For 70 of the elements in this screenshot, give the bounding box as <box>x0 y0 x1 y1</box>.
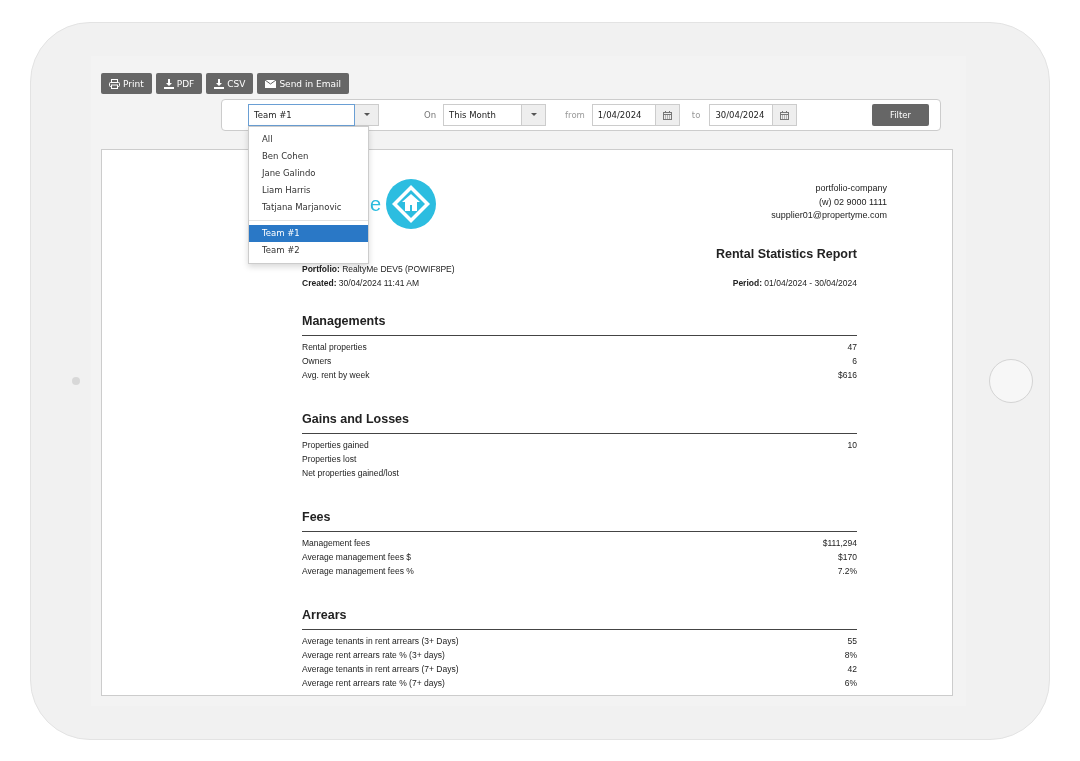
caret-icon <box>530 113 537 117</box>
stat-value: 42 <box>847 663 857 676</box>
stat-label: Owners <box>302 355 332 368</box>
to-date-field[interactable]: 30/04/2024 <box>709 104 774 126</box>
download-icon <box>214 78 225 89</box>
stat-label: Properties gained <box>302 439 369 452</box>
stat-label: Rental properties <box>302 341 367 354</box>
stat-value: 8% <box>844 649 857 662</box>
stat-value: 55 <box>847 635 857 648</box>
from-date-field[interactable]: 1/04/2024 <box>591 104 656 126</box>
toolbar-button[interactable]: PDF <box>155 73 203 94</box>
logo-text: e <box>370 192 382 216</box>
stat-label: Average tenants in rent arrears (3+ Days) <box>302 635 459 648</box>
stat-value: 6 <box>852 355 857 368</box>
stat-label: Average rent arrears rate % (7+ days) <box>302 677 445 690</box>
stat-value: 7.2% <box>837 565 857 578</box>
dropdown-option[interactable]: Tatjana Marjanovic <box>249 199 368 216</box>
dropdown-option[interactable]: Liam Harris <box>249 182 368 199</box>
stat-value: 10 <box>847 439 857 452</box>
from-label: from <box>565 110 585 120</box>
filter-button[interactable]: Filter <box>872 104 929 126</box>
stat-label: Average management fees % <box>302 565 414 578</box>
dropdown-toggle[interactable] <box>355 104 379 126</box>
stat-value: 6% <box>844 677 857 690</box>
envelope-icon <box>265 79 277 88</box>
calendar-button[interactable] <box>655 104 680 126</box>
section-heading: Managements <box>302 314 857 336</box>
caret-icon <box>363 113 370 117</box>
dropdown-option[interactable]: Team #1 <box>249 225 368 242</box>
stat-value: $170 <box>838 551 857 564</box>
calendar-button[interactable] <box>773 104 798 126</box>
team-select-field[interactable]: Team #1 <box>248 104 355 126</box>
dropdown-toggle[interactable] <box>522 104 547 126</box>
toolbar-button[interactable]: Send in Email <box>257 73 349 94</box>
company-detail: (w) 02 9000 1111 <box>817 195 887 209</box>
stat-label: Management fees <box>302 537 371 550</box>
toolbar-button[interactable]: Print <box>101 73 152 94</box>
logo-icon <box>386 179 437 229</box>
period-select-field[interactable]: This Month <box>443 104 523 126</box>
stat-label: Average tenants in rent arrears (7+ Days) <box>302 663 459 676</box>
stat-label: Average rent arrears rate % (3+ days) <box>302 649 445 662</box>
dropdown-option[interactable]: Team #2 <box>249 242 368 259</box>
stat-value: $111,294 <box>822 537 857 550</box>
portfolio-text: Portfolio: RealtyMe DEV5 (POWIF8PE) <box>302 263 455 276</box>
report-title: Rental Statistics Report <box>715 247 857 261</box>
section-heading: Gains and Losses <box>302 412 857 434</box>
dropdown-option[interactable]: All <box>249 131 368 148</box>
home-button[interactable] <box>989 359 1033 403</box>
stat-value: $616 <box>838 369 857 382</box>
period-text: Period: 01/04/2024 - 30/04/2024 <box>732 277 857 290</box>
section-heading: Fees <box>302 510 857 532</box>
company-detail: portfolio-company <box>814 182 887 195</box>
stat-label: Avg. rent by week <box>302 369 370 382</box>
section-heading: Arrears <box>302 608 857 630</box>
on-label: On <box>424 110 437 120</box>
toolbar-button[interactable]: CSV <box>206 73 254 94</box>
printer-icon <box>109 78 120 89</box>
dropdown-option[interactable]: Jane Galindo <box>249 165 368 182</box>
created-text: Created: 30/04/2024 11:41 AM <box>302 277 421 290</box>
calendar-icon <box>780 110 790 120</box>
stat-value: 47 <box>847 341 857 354</box>
camera-dot <box>72 377 80 385</box>
download-icon <box>163 78 174 89</box>
stat-label: Properties lost <box>302 453 357 466</box>
stat-label: Average management fees $ <box>302 551 411 564</box>
to-label: to <box>691 110 701 120</box>
calendar-icon <box>662 110 672 120</box>
stat-label: Net properties gained/lost <box>302 467 399 480</box>
dropdown-option[interactable]: Ben Cohen <box>249 148 368 165</box>
company-detail: supplier01@propertyme.com <box>771 209 887 222</box>
